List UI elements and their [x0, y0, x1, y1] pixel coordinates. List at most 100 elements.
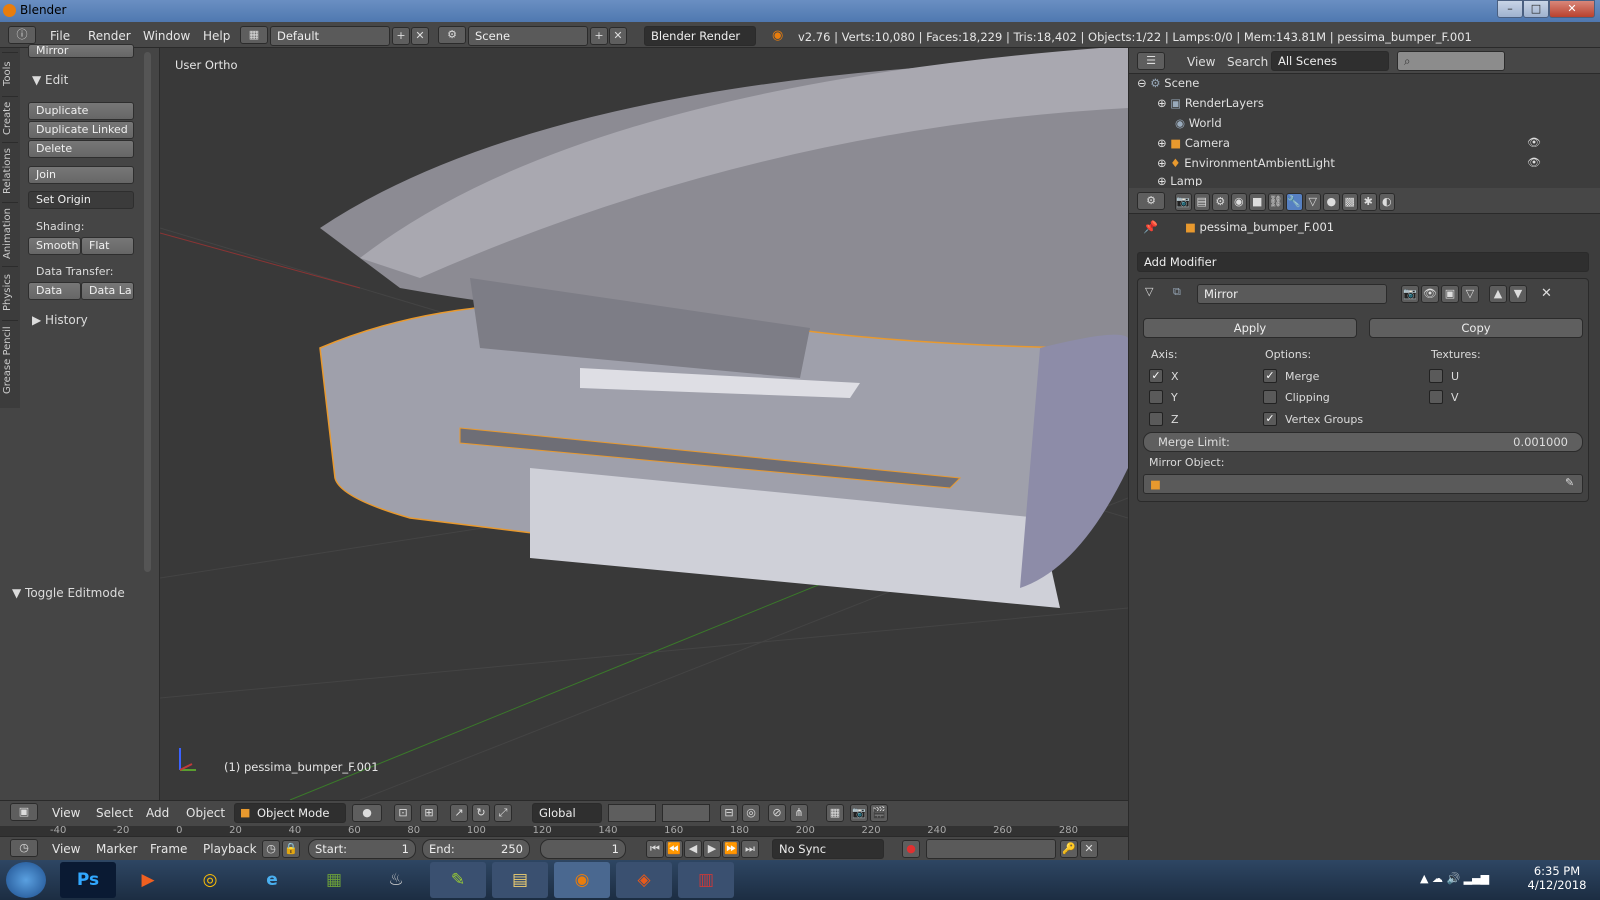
preview-range-icon[interactable]: ◷ — [262, 840, 280, 858]
end-frame-field[interactable]: End: 250 — [422, 839, 530, 859]
app-icon[interactable]: ◈ — [616, 862, 672, 898]
photoshop-icon[interactable]: Ps — [60, 862, 116, 898]
render-toggle-icon[interactable]: 📷 — [1401, 285, 1419, 303]
start-frame-field[interactable]: Start: 1 — [308, 839, 416, 859]
tab-tools[interactable]: Tools — [2, 52, 18, 94]
playback-menu[interactable]: Playback — [203, 842, 257, 856]
tab-relations[interactable]: Relations — [2, 142, 18, 200]
timeline-ruler[interactable]: -40 -20 0 20 40 60 80 100 120 140 160 180 200 220 240 2… — [0, 826, 1128, 836]
world-tab-icon[interactable]: ◉ — [1230, 193, 1247, 211]
translate-icon[interactable]: ↗ — [450, 804, 468, 822]
flat-button[interactable]: Flat — [81, 237, 134, 255]
remove-scene-icon[interactable]: ✕ — [609, 27, 627, 45]
merge-limit-slider[interactable]: Merge Limit: 0.001000 — [1143, 432, 1583, 452]
move-up-icon[interactable]: ▲ — [1489, 285, 1507, 303]
toolshelf-scrollbar[interactable] — [144, 52, 151, 572]
tab-grease-pencil[interactable]: Grease Pencil — [2, 320, 18, 400]
scene-icon[interactable]: ⚙ — [438, 26, 466, 44]
toggle-editmode-header[interactable]: ▼ Toggle Editmode — [12, 586, 125, 600]
scale-icon[interactable]: ⤢ — [494, 804, 512, 822]
layers-grid-1[interactable] — [608, 804, 656, 822]
minimize-button[interactable]: – — [1497, 0, 1523, 18]
data-tab-icon[interactable]: ▽ — [1304, 193, 1321, 211]
start-button[interactable] — [6, 862, 46, 898]
layout-icon[interactable]: ▦ — [240, 26, 268, 44]
cage-toggle-icon[interactable]: ▽ — [1461, 285, 1479, 303]
lock-camera-icon[interactable]: ⊟ — [720, 804, 738, 822]
3d-viewport[interactable]: User Ortho (1) pessima_bumper_F.001 — [160, 48, 1128, 800]
keying-set-field[interactable] — [926, 839, 1056, 859]
current-frame-field[interactable]: 1 — [540, 839, 626, 859]
play-icon[interactable]: ▶ — [703, 840, 721, 858]
play-reverse-icon[interactable]: ◀ — [684, 840, 702, 858]
scene-field[interactable]: Scene — [468, 26, 588, 46]
info-editor-type-icon[interactable]: ⓘ — [8, 26, 36, 44]
select-menu[interactable]: Select — [96, 806, 133, 820]
proportional-icon[interactable]: ◎ — [742, 804, 760, 822]
outliner-row-scene[interactable]: ⊖ ⚙ Scene — [1137, 76, 1597, 96]
orientation-dropdown[interactable]: Global — [532, 803, 602, 823]
minecraft-icon[interactable]: ▦ — [306, 862, 362, 898]
particles-tab-icon[interactable]: ✱ — [1360, 193, 1377, 211]
menu-window[interactable]: Window — [143, 29, 190, 43]
object-tab-icon[interactable]: ■ — [1249, 193, 1266, 211]
add-modifier-dropdown[interactable]: Add Modifier — [1137, 252, 1589, 272]
add-scene-icon[interactable]: + — [590, 27, 608, 45]
tab-physics[interactable]: Physics — [2, 266, 18, 318]
data-layout-button[interactable]: Data La — [81, 282, 134, 300]
duplicate-linked-button[interactable]: Duplicate Linked — [28, 121, 134, 139]
mirror-button[interactable]: Mirror — [28, 44, 134, 58]
blender-taskbar-icon[interactable]: ◉ — [554, 862, 610, 898]
physics-tab-icon[interactable]: ◐ — [1378, 193, 1395, 211]
menu-help[interactable]: Help — [203, 29, 230, 43]
delete-keyframe-icon[interactable]: ✕ — [1080, 840, 1098, 858]
axis-x-checkbox[interactable]: ✓ — [1149, 369, 1163, 383]
insert-keyframe-icon[interactable]: 🔑 — [1060, 840, 1078, 858]
remove-layout-icon[interactable]: ✕ — [411, 27, 429, 45]
manipulator-icon[interactable]: ⊞ — [420, 804, 438, 822]
modifiers-tab-icon[interactable]: 🔧 — [1286, 193, 1303, 211]
prev-keyframe-icon[interactable]: ⏪ — [665, 840, 683, 858]
timeline-editor-icon[interactable]: ◷ — [10, 839, 38, 857]
frame-menu[interactable]: Frame — [150, 842, 187, 856]
close-button[interactable]: ✕ — [1549, 0, 1595, 18]
outliner-editor-icon[interactable]: ☰ — [1137, 52, 1165, 70]
render-preview-icon[interactable]: ▦ — [826, 804, 844, 822]
texture-u-checkbox[interactable] — [1429, 369, 1443, 383]
delete-button[interactable]: Delete — [28, 140, 134, 158]
smooth-button[interactable]: Smooth — [28, 237, 81, 255]
scenes-dropdown[interactable]: All Scenes — [1271, 51, 1389, 71]
texture-v-checkbox[interactable] — [1429, 390, 1443, 404]
snap-element-icon[interactable]: ⋔ — [790, 804, 808, 822]
menu-file[interactable]: File — [50, 29, 70, 43]
history-panel-header[interactable]: ▶ History — [32, 313, 88, 327]
outliner-row-renderlayers[interactable]: ⊕ ▣ RenderLayers — [1157, 96, 1600, 116]
merge-checkbox[interactable]: ✓ — [1263, 369, 1277, 383]
join-button[interactable]: Join — [28, 166, 134, 184]
shading-dropdown-icon[interactable]: ● — [352, 804, 382, 822]
data-button[interactable]: Data — [28, 282, 81, 300]
outliner-row-lamp[interactable]: ⊕ Lamp — [1157, 174, 1600, 186]
set-origin-dropdown[interactable]: Set Origin — [28, 191, 134, 209]
mode-dropdown[interactable]: Object Mode — [234, 803, 346, 823]
layers-grid-2[interactable] — [662, 804, 710, 822]
lock-range-icon[interactable]: 🔒 — [282, 840, 300, 858]
next-keyframe-icon[interactable]: ⏩ — [722, 840, 740, 858]
object-menu[interactable]: Object — [186, 806, 225, 820]
viewport-toggle-icon[interactable]: 👁 — [1421, 285, 1439, 303]
internet-explorer-icon[interactable]: e — [244, 862, 300, 898]
tab-create[interactable]: Create — [2, 96, 18, 140]
snap-icon[interactable]: ⊘ — [768, 804, 786, 822]
system-tray-icons[interactable]: ▲ ☁ 🔊 ▂▄▆ — [1420, 872, 1489, 885]
camera-visibility-eye-icon[interactable]: 👁 — [1527, 136, 1541, 149]
jump-end-icon[interactable]: ⏭ — [741, 840, 759, 858]
texture-tab-icon[interactable]: ▩ — [1341, 193, 1358, 211]
marker-menu[interactable]: Marker — [96, 842, 137, 856]
winrar-icon[interactable]: ▥ — [678, 862, 734, 898]
tab-animation[interactable]: Animation — [2, 202, 18, 264]
scene-tab-icon[interactable]: ⚙ — [1212, 193, 1229, 211]
chrome-icon[interactable]: ◎ — [182, 862, 238, 898]
clock[interactable]: 6:35 PM 4/12/2018 — [1522, 864, 1592, 892]
axis-z-checkbox[interactable] — [1149, 412, 1163, 426]
editmode-toggle-icon[interactable]: ▣ — [1441, 285, 1459, 303]
